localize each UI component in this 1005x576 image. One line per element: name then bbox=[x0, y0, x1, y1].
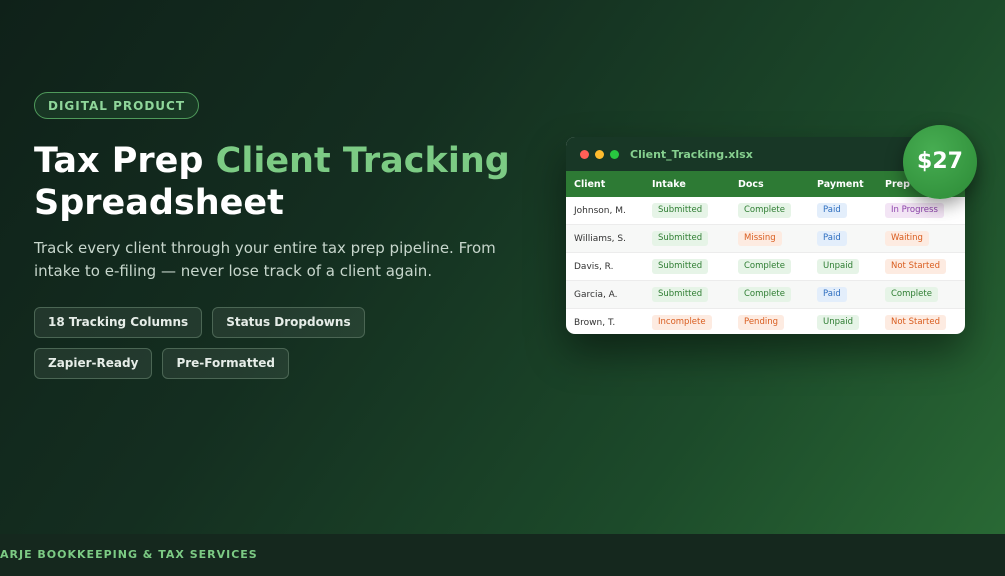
payment-status: Unpaid bbox=[817, 315, 859, 330]
payment-status: Paid bbox=[817, 231, 847, 246]
title-part-1: Tax Prep bbox=[34, 141, 216, 181]
column-header-payment: Payment bbox=[809, 171, 877, 197]
payment-status: Paid bbox=[817, 203, 847, 218]
column-header-intake: Intake bbox=[644, 171, 730, 197]
prep-status: In Progress bbox=[885, 203, 944, 218]
intake-status: Submitted bbox=[652, 259, 709, 274]
prep-status: Complete bbox=[885, 287, 938, 302]
intake-status: Submitted bbox=[652, 231, 709, 246]
column-header-docs: Docs bbox=[730, 171, 809, 197]
table-row: Brown, T. Incomplete Pending Unpaid Not … bbox=[566, 308, 965, 334]
table-row: Garcia, A. Submitted Complete Paid Compl… bbox=[566, 280, 965, 309]
intake-status: Submitted bbox=[652, 203, 709, 218]
title-accent: Client Tracking bbox=[215, 141, 510, 181]
payment-status: Unpaid bbox=[817, 259, 859, 274]
docs-status: Pending bbox=[738, 315, 784, 330]
intake-status: Submitted bbox=[652, 287, 709, 302]
feature-chip-pre-formatted: Pre-Formatted bbox=[162, 348, 289, 379]
page-title: Tax Prep Client Tracking Spreadsheet bbox=[34, 140, 510, 224]
feature-chip-status-dropdowns: Status Dropdowns bbox=[212, 307, 365, 338]
window-minimize-dot-icon bbox=[595, 149, 604, 159]
client-name: Williams, S. bbox=[566, 224, 644, 253]
docs-status: Complete bbox=[738, 287, 791, 302]
feature-list: 18 Tracking Columns Status Dropdowns Zap… bbox=[34, 307, 454, 379]
window-close-dot-icon bbox=[580, 149, 589, 159]
price-badge: $27 bbox=[903, 125, 977, 199]
table-row: Johnson, M. Submitted Complete Paid In P… bbox=[566, 197, 965, 225]
prep-status: Not Started bbox=[885, 315, 946, 330]
product-description: Track every client through your entire t… bbox=[34, 239, 496, 280]
feature-chip-tracking-columns: 18 Tracking Columns bbox=[34, 307, 203, 338]
footer-bar: ARJE BOOKKEEPING & TAX SERVICES bbox=[0, 534, 1005, 576]
feature-chip-zapier-ready: Zapier-Ready bbox=[34, 348, 153, 379]
docs-status: Complete bbox=[738, 259, 791, 274]
prep-status: Not Started bbox=[885, 259, 946, 274]
docs-status: Missing bbox=[738, 231, 782, 246]
payment-status: Paid bbox=[817, 287, 847, 302]
intake-status: Incomplete bbox=[652, 315, 712, 330]
spreadsheet-filename: Client_Tracking.xlsx bbox=[630, 147, 753, 161]
table-row: Williams, S. Submitted Missing Paid Wait… bbox=[566, 224, 965, 253]
brand-name: ARJE BOOKKEEPING & TAX SERVICES bbox=[0, 548, 258, 561]
window-maximize-dot-icon bbox=[610, 149, 619, 159]
prep-status: Waiting bbox=[885, 231, 929, 246]
client-table: Client Intake Docs Payment Prep Johnson,… bbox=[566, 171, 965, 334]
client-name: Brown, T. bbox=[566, 308, 644, 334]
title-part-2: Spreadsheet bbox=[34, 183, 284, 223]
table-row: Davis, R. Submitted Complete Unpaid Not … bbox=[566, 252, 965, 281]
product-type-badge: DIGITAL PRODUCT bbox=[34, 92, 200, 119]
client-name: Garcia, A. bbox=[566, 280, 644, 309]
docs-status: Complete bbox=[738, 203, 791, 218]
column-header-client: Client bbox=[566, 171, 644, 197]
client-name: Johnson, M. bbox=[566, 197, 644, 225]
client-name: Davis, R. bbox=[566, 252, 644, 281]
